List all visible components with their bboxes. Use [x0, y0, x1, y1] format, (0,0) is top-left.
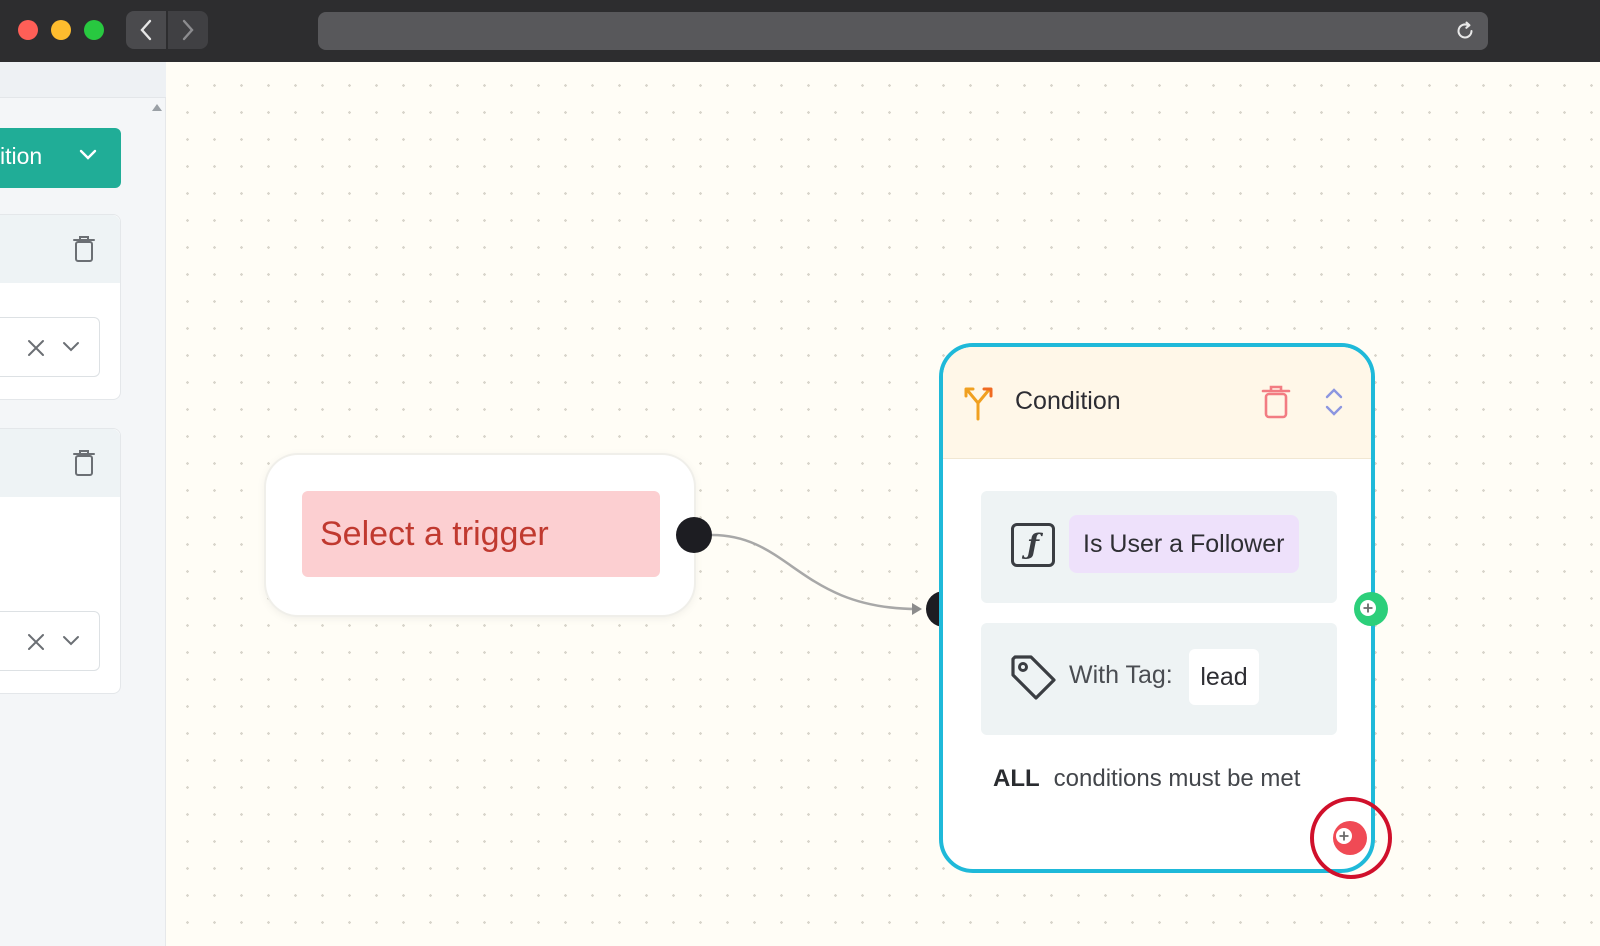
trigger-node[interactable]: Select a trigger	[266, 455, 694, 615]
condition-node[interactable]: Condition ƒ Is User a Follower With Tag:…	[939, 343, 1375, 873]
trigger-output-port[interactable]	[676, 517, 712, 553]
condition-rule-follower[interactable]: ƒ Is User a Follower	[981, 491, 1337, 603]
trash-icon[interactable]	[1261, 385, 1291, 419]
condition-node-title: Condition	[1015, 387, 1121, 415]
branch-icon	[964, 387, 993, 421]
condition-node-header: Condition	[943, 347, 1371, 459]
true-output-port[interactable]	[1354, 592, 1388, 626]
trigger-label: Select a trigger	[320, 514, 549, 553]
match-mode-description: conditions must be met	[1053, 765, 1301, 792]
plus-circle-icon	[1360, 600, 1376, 616]
tag-icon	[1011, 655, 1056, 700]
expand-collapse-icon[interactable]	[1323, 387, 1345, 417]
rule-label-chip: Is User a Follower	[1069, 515, 1299, 573]
tag-value-chip: lead	[1189, 649, 1259, 705]
select-trigger-button[interactable]: Select a trigger	[302, 491, 660, 577]
match-mode-keyword: ALL	[993, 765, 1040, 792]
tag-rule-label: With Tag:	[1069, 661, 1173, 689]
function-icon: ƒ	[1011, 523, 1055, 567]
condition-rule-tag[interactable]: With Tag: lead	[981, 623, 1337, 735]
match-mode-text: ALL conditions must be met	[993, 765, 1300, 793]
highlight-ring	[1310, 797, 1392, 879]
